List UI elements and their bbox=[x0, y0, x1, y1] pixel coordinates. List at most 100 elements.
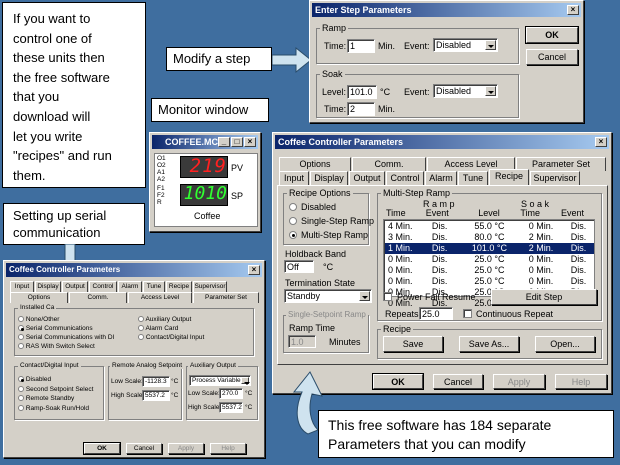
radio-disabled[interactable] bbox=[18, 376, 24, 383]
cancel-button[interactable]: Cancel bbox=[126, 443, 162, 454]
tab-alarm[interactable]: Alarm bbox=[425, 171, 457, 185]
chevron-down-icon[interactable] bbox=[241, 377, 250, 385]
save-button[interactable]: Save bbox=[383, 336, 443, 352]
tab-control[interactable]: Control bbox=[89, 281, 117, 292]
radio-option[interactable]: Second Setpoint Select bbox=[18, 385, 93, 395]
radio-option[interactable]: Remote Standby bbox=[18, 394, 93, 404]
aux-high-input[interactable]: 5537.2 bbox=[219, 402, 243, 413]
radio-option[interactable]: Ramp-Soak Run/Hold bbox=[18, 404, 93, 414]
tab-comm[interactable]: Comm. bbox=[69, 292, 127, 303]
radio-option[interactable]: None/Other bbox=[18, 315, 114, 324]
radio-multi-step[interactable] bbox=[289, 231, 297, 239]
minimize-icon[interactable]: _ bbox=[218, 137, 230, 147]
tab-control[interactable]: Control bbox=[386, 171, 424, 185]
radio-option[interactable]: Disabled bbox=[18, 375, 93, 385]
chevron-down-icon[interactable] bbox=[359, 291, 370, 301]
soak-event-select[interactable]: Disabled bbox=[433, 84, 498, 98]
ramp-event-select[interactable]: Disabled bbox=[433, 38, 498, 52]
ramp-table-box[interactable]: Time Event Level Time Event 4 Min. Dis. 55… bbox=[383, 208, 595, 308]
help-button[interactable]: Help bbox=[210, 443, 246, 454]
radio-contact[interactable] bbox=[138, 334, 144, 341]
table-row[interactable]: 1 Min. Dis. 101.0 °C 2 Min. Dis. bbox=[385, 243, 594, 254]
tab-access-level[interactable]: Access Level bbox=[128, 292, 192, 303]
radio-serial[interactable] bbox=[18, 325, 24, 332]
radio-aux[interactable] bbox=[138, 316, 144, 323]
radio-option[interactable]: Auxiliary Output bbox=[138, 315, 204, 324]
close-icon[interactable]: × bbox=[248, 265, 260, 275]
aux-output-select[interactable]: Process Variable bbox=[189, 375, 251, 386]
radio-alarm-card[interactable] bbox=[138, 325, 144, 332]
cancel-button[interactable]: Cancel bbox=[433, 374, 483, 389]
ramp-time-input[interactable]: 1 bbox=[347, 39, 375, 53]
table-cell: Dis. bbox=[570, 221, 587, 231]
soak-level-input[interactable]: 101.0 bbox=[347, 85, 377, 99]
tab-input[interactable]: Input bbox=[279, 171, 309, 185]
aux-low-input[interactable]: 270.0 bbox=[219, 388, 243, 399]
table-row[interactable]: 0 Min. Dis. 25.0 °C 0 Min. Dis. bbox=[385, 276, 594, 287]
close-icon[interactable]: × bbox=[244, 137, 256, 147]
radio-ras[interactable] bbox=[18, 343, 24, 350]
close-icon[interactable]: × bbox=[567, 5, 579, 15]
tab-tune[interactable]: Tune bbox=[458, 171, 488, 185]
tab-display[interactable]: Display bbox=[35, 281, 61, 292]
ok-button[interactable]: OK bbox=[83, 442, 121, 455]
table-row[interactable]: 4 Min. Dis. 55.0 °C 0 Min. Dis. bbox=[385, 221, 594, 232]
save-as-button[interactable]: Save As... bbox=[459, 336, 519, 352]
radio-option[interactable]: Serial Communications bbox=[18, 324, 114, 333]
led-labels-bottom: F1 F2 R bbox=[157, 185, 165, 206]
termination-select[interactable]: Standby bbox=[284, 289, 372, 303]
tab-recipe[interactable]: Recipe bbox=[166, 281, 192, 292]
radio-option[interactable]: Serial Communications with DI bbox=[18, 333, 114, 342]
radio-ramp-soak[interactable] bbox=[18, 404, 24, 411]
tab-parameter-set[interactable]: Parameter Set bbox=[193, 292, 259, 303]
apply-button[interactable]: Apply bbox=[168, 443, 204, 454]
tab-output[interactable]: Output bbox=[349, 171, 385, 185]
tab-recipe[interactable]: Recipe bbox=[489, 169, 529, 185]
tab-alarm[interactable]: Alarm bbox=[118, 281, 142, 292]
tab-comm[interactable]: Comm. bbox=[352, 157, 426, 171]
holdback-input[interactable]: Off bbox=[284, 260, 314, 273]
tab-parameter-set[interactable]: Parameter Set bbox=[516, 157, 606, 171]
radio-option[interactable]: Alarm Card bbox=[138, 324, 204, 333]
chevron-down-icon[interactable] bbox=[485, 40, 496, 50]
tab-output[interactable]: Output bbox=[62, 281, 88, 292]
table-row[interactable]: 0 Min. Dis. 25.0 °C 0 Min. Dis. bbox=[385, 265, 594, 276]
chevron-down-icon[interactable] bbox=[485, 86, 496, 96]
ok-button[interactable]: OK bbox=[372, 373, 424, 390]
tab-display[interactable]: Display bbox=[310, 171, 348, 185]
radio-single-step[interactable] bbox=[289, 217, 297, 225]
help-button[interactable]: Help bbox=[555, 374, 607, 389]
radio-label: Ramp-Soak Run/Hold bbox=[25, 404, 90, 412]
ramp-list[interactable]: 4 Min. Dis. 55.0 °C 0 Min. Dis. 3 Min. Dis. 80.… bbox=[383, 219, 595, 308]
table-row[interactable]: 3 Min. Dis. 80.0 °C 2 Min. Dis. bbox=[385, 232, 594, 243]
radio-second-sp[interactable] bbox=[18, 385, 24, 392]
ramp-time-input[interactable]: 1.0 bbox=[288, 335, 316, 348]
open-button[interactable]: Open... bbox=[535, 336, 595, 352]
radio-disabled[interactable] bbox=[289, 203, 297, 211]
close-icon[interactable]: × bbox=[595, 137, 607, 147]
apply-button[interactable]: Apply bbox=[493, 374, 545, 389]
tab-input[interactable]: Input bbox=[10, 281, 34, 292]
radio-serial-di[interactable] bbox=[18, 334, 24, 341]
high-scale-input[interactable]: 5537.2 bbox=[142, 390, 170, 401]
radio-none[interactable] bbox=[18, 316, 24, 323]
maximize-icon[interactable]: □ bbox=[231, 137, 243, 147]
table-row[interactable]: 0 Min. Dis. 25.0 °C 0 Min. Dis. bbox=[385, 254, 594, 265]
tab-tune[interactable]: Tune bbox=[143, 281, 165, 292]
radio-option[interactable]: Contact/Digital Input bbox=[138, 333, 204, 342]
continuous-repeat-checkbox[interactable] bbox=[463, 309, 472, 318]
power-fail-checkbox[interactable] bbox=[383, 292, 392, 301]
edit-step-button[interactable]: Edit Step bbox=[491, 289, 597, 305]
tab-supervisor[interactable]: Supervisor bbox=[193, 281, 227, 292]
soak-time-input[interactable]: 2 bbox=[347, 102, 375, 116]
tab-options[interactable]: Options bbox=[10, 292, 68, 303]
tab-options[interactable]: Options bbox=[279, 157, 351, 171]
repeats-input[interactable]: 25.0 bbox=[419, 307, 453, 320]
tab-supervisor[interactable]: Supervisor bbox=[530, 171, 580, 185]
cancel-button[interactable]: Cancel bbox=[526, 49, 578, 65]
radio-remote-standby[interactable] bbox=[18, 395, 24, 402]
radio-option[interactable]: RAS With Switch Select bbox=[18, 342, 114, 351]
ok-button[interactable]: OK bbox=[525, 26, 579, 44]
low-scale-input[interactable]: -1128.3 bbox=[142, 376, 170, 387]
led-o1: O1 bbox=[157, 155, 166, 162]
